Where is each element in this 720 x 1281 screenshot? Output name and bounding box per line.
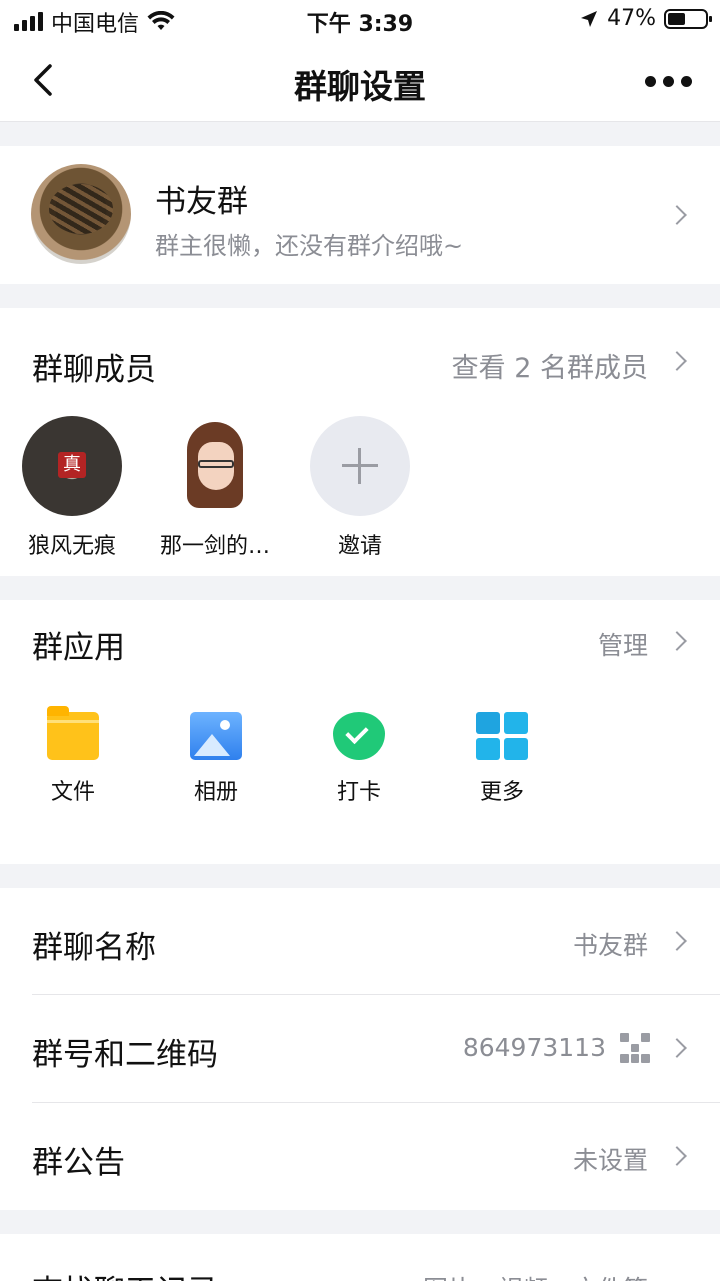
folder-icon [47,706,99,760]
invite-label: 邀请 [337,534,382,559]
nav-bar: 群聊设置 [0,40,720,122]
member-name: 狼风无痕 [27,534,116,559]
group-apps-section: 群应用 管理 文件 相册 打卡 更多 [0,600,720,864]
invite-button[interactable]: 邀请 [290,416,430,560]
status-bar: 中国电信 下午 3:39 47% [0,0,720,40]
battery-percent: 47% [607,6,656,31]
row-value: 未设置 [572,1146,648,1175]
row-value: 图片、视频、文件等 [423,1270,648,1281]
group-name-row[interactable]: 群聊名称 书友群 [0,888,720,994]
check-in-icon [333,712,385,760]
member-item[interactable]: 那一剑的… [145,416,285,560]
settings-section: 群聊名称 书友群 群号和二维码 864973113 群公告 未设置 [0,888,720,1210]
manage-apps-link[interactable]: 管理 [598,626,648,662]
plus-icon [310,416,410,516]
location-arrow-icon [581,10,598,27]
member-item[interactable]: 真 狼风无痕 [2,416,142,560]
group-profile-card[interactable]: 书友群 群主很懒，还没有群介绍哦~ [0,146,720,284]
group-name: 书友群 [155,184,248,220]
member-badge: 真 [58,452,86,478]
group-number-row[interactable]: 群号和二维码 864973113 [0,995,720,1101]
chevron-right-icon [667,1038,687,1058]
app-file[interactable]: 文件 [23,706,123,806]
row-label: 查找聊天记录 [32,1266,218,1281]
chevron-right-icon[interactable] [667,631,687,651]
group-avatar [31,164,131,264]
row-value: 书友群 [572,931,648,960]
view-members-link[interactable]: 查看 2 名群成员 [452,346,648,385]
group-intro: 群主很懒，还没有群介绍哦~ [155,232,464,260]
chevron-right-icon [667,205,687,225]
app-album[interactable]: 相册 [166,712,266,806]
avatar [165,416,265,516]
app-label: 打卡 [336,780,381,805]
app-label: 文件 [50,780,95,805]
search-history-row[interactable]: 查找聊天记录 图片、视频、文件等 [0,1234,720,1281]
member-name: 那一剑的… [159,534,270,559]
ellipsis-icon[interactable] [645,76,692,87]
announcement-row[interactable]: 群公告 未设置 [0,1103,720,1210]
app-label: 更多 [479,780,524,805]
battery-icon [664,8,712,29]
row-label: 群号和二维码 [32,1037,218,1073]
chevron-right-icon [667,1146,687,1166]
row-value: 864973113 [462,1033,606,1062]
app-label: 相册 [193,780,238,805]
page-title: 群聊设置 [294,67,426,106]
apps-title: 群应用 [32,630,125,666]
avatar: 真 [22,416,122,516]
app-more[interactable]: 更多 [452,712,552,806]
status-right: 47% [579,6,712,31]
members-title: 群聊成员 [32,352,156,388]
app-check-in[interactable]: 打卡 [309,712,409,806]
chevron-right-icon [667,931,687,951]
grid-icon [476,712,528,760]
qr-code-icon [620,1033,650,1063]
album-icon [190,712,242,760]
members-section: 群聊成员 查看 2 名群成员 真 狼风无痕 那一剑的… 邀请 [0,308,720,576]
chevron-right-icon[interactable] [667,351,687,371]
row-label: 群聊名称 [32,930,156,966]
row-label: 群公告 [32,1145,125,1181]
